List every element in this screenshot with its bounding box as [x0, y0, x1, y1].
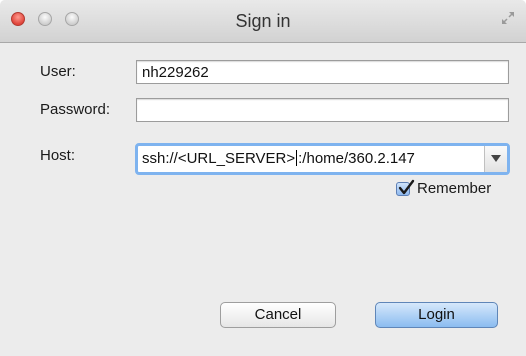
remember-label[interactable]: Remember [417, 180, 491, 197]
host-dropdown-button[interactable] [484, 146, 507, 172]
host-value[interactable]: ssh://<URL_SERVER>:/home/360.2.147 [142, 150, 481, 167]
password-label: Password: [40, 101, 111, 118]
host-combobox[interactable]: ssh://<URL_SERVER>:/home/360.2.147 [135, 143, 510, 175]
text-cursor [296, 150, 298, 166]
cancel-button[interactable]: Cancel [220, 302, 336, 328]
title-bar: Sign in [0, 0, 526, 43]
host-value-start: ssh://<URL_SERVER> [142, 150, 296, 167]
host-label: Host: [40, 147, 76, 164]
chevron-down-icon [491, 155, 501, 162]
checkmark-icon [398, 179, 415, 195]
login-button[interactable]: Login [375, 302, 498, 328]
host-value-end: :/home/360.2.147 [298, 150, 415, 167]
sign-in-dialog: Sign in User: Password: Host: ssh://<URL… [0, 0, 526, 356]
user-label: User: [40, 63, 76, 80]
fullscreen-icon[interactable] [500, 10, 516, 26]
password-input[interactable] [136, 98, 509, 122]
user-input[interactable] [136, 60, 509, 84]
window-title: Sign in [235, 11, 291, 31]
remember-checkbox[interactable] [396, 179, 415, 196]
